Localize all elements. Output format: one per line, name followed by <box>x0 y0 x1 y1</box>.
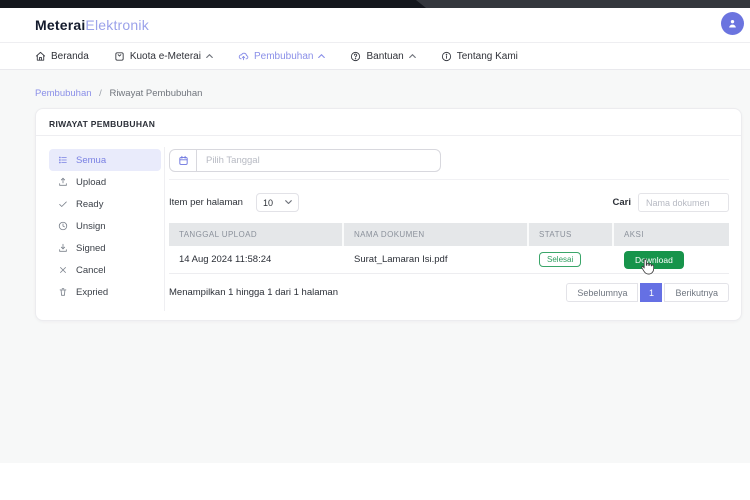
browser-topbar-tab <box>0 0 426 8</box>
sidebar-item-label: Upload <box>76 177 106 188</box>
download-button[interactable]: Download <box>624 251 684 269</box>
clock-icon <box>58 221 68 231</box>
page-bottom-strip <box>0 463 750 500</box>
main-nav: Beranda Kuota e-Meterai Pembubuhan Bantu… <box>0 42 750 70</box>
nav-item-tentang-kami[interactable]: Tentang Kami <box>441 51 518 62</box>
upload-icon <box>58 177 68 187</box>
sidebar-item-cancel[interactable]: Cancel <box>49 259 161 281</box>
card-header-divider <box>36 135 741 136</box>
avatar-button[interactable] <box>721 12 744 35</box>
sidebar-item-label: Unsign <box>76 221 106 232</box>
brand-logo[interactable]: MeteraiElektronik <box>35 17 149 33</box>
pagination-summary: Menampilkan 1 hingga 1 dari 1 halaman <box>169 287 338 298</box>
nav-label: Kuota e-Meterai <box>130 51 201 62</box>
chevron-icon <box>409 54 416 59</box>
current-page-button[interactable]: 1 <box>640 283 662 302</box>
cell-tanggal-upload: 14 Aug 2024 11:58:24 <box>169 254 344 265</box>
list-icon <box>58 155 68 165</box>
search-input[interactable] <box>638 193 729 212</box>
next-page-button[interactable]: Berikutnya <box>664 283 729 302</box>
breadcrumb-current: Riwayat Pembubuhan <box>109 88 202 99</box>
breadcrumb: Pembubuhan / Riwayat Pembubuhan <box>35 88 202 99</box>
info-icon <box>441 51 452 62</box>
help-icon <box>350 51 361 62</box>
chevron-icon <box>206 54 213 59</box>
nav-label: Pembubuhan <box>254 51 314 62</box>
column-header-aksi: AKSI <box>614 223 729 246</box>
nav-item-bantuan[interactable]: Bantuan <box>350 51 415 62</box>
nav-label: Bantuan <box>366 51 403 62</box>
chevron-down-icon <box>285 200 292 205</box>
sidebar-item-unsign[interactable]: Unsign <box>49 215 161 237</box>
column-header-nama-dokumen: NAMA DOKUMEN <box>344 223 529 246</box>
brand-light: Elektronik <box>85 17 148 33</box>
sidebar-item-signed[interactable]: Signed <box>49 237 161 259</box>
brand-bold: Meterai <box>35 17 85 33</box>
sidebar-divider <box>164 147 165 311</box>
pagination: Sebelumnya 1 Berikutnya <box>566 283 729 302</box>
table-controls: Item per halaman 10 Cari <box>169 193 729 212</box>
nav-label: Tentang Kami <box>457 51 518 62</box>
cell-nama-dokumen: Surat_Lamaran Isi.pdf <box>344 254 529 265</box>
nav-item-kuota-e-meterai[interactable]: Kuota e-Meterai <box>114 51 213 62</box>
documents-table: TANGGAL UPLOAD NAMA DOKUMEN STATUS AKSI … <box>169 223 729 274</box>
riwayat-pembubuhan-card: RIWAYAT PEMBUBUHAN Semua Upload Ready U <box>35 108 742 321</box>
items-per-page-value: 10 <box>263 198 273 208</box>
calendar-icon[interactable] <box>170 150 197 171</box>
date-input[interactable] <box>197 150 440 171</box>
column-header-tanggal-upload: TANGGAL UPLOAD <box>169 223 344 246</box>
table-header-row: TANGGAL UPLOAD NAMA DOKUMEN STATUS AKSI <box>169 223 729 246</box>
sidebar-item-label: Expried <box>76 287 108 298</box>
card-main-panel: Item per halaman 10 Cari TANGGAL UPLOAD … <box>169 149 729 302</box>
table-footer: Menampilkan 1 hingga 1 dari 1 halaman Se… <box>169 283 729 302</box>
sidebar-item-upload[interactable]: Upload <box>49 171 161 193</box>
x-icon <box>58 265 68 275</box>
card-title: RIWAYAT PEMBUBUHAN <box>49 119 155 129</box>
person-icon <box>726 17 739 30</box>
status-badge: Selesai <box>539 252 581 267</box>
sidebar-item-expried[interactable]: Expried <box>49 281 161 303</box>
check-icon <box>58 199 68 209</box>
chevron-icon <box>318 54 325 59</box>
trash-icon <box>58 287 68 297</box>
filter-sidebar: Semua Upload Ready Unsign Signed <box>49 149 161 303</box>
download-tray-icon <box>58 243 68 253</box>
breadcrumb-separator: / <box>99 88 102 99</box>
breadcrumb-link-pembubuhan[interactable]: Pembubuhan <box>35 88 92 99</box>
cloud-upload-icon <box>238 51 249 62</box>
sidebar-item-label: Signed <box>76 243 106 254</box>
section-divider <box>169 179 729 180</box>
nav-label: Beranda <box>51 51 89 62</box>
cell-status: Selesai <box>529 252 614 267</box>
column-header-status: STATUS <box>529 223 614 246</box>
previous-page-button[interactable]: Sebelumnya <box>566 283 638 302</box>
items-per-page-label: Item per halaman <box>169 197 243 208</box>
home-icon <box>35 51 46 62</box>
package-icon <box>114 51 125 62</box>
nav-item-pembubuhan[interactable]: Pembubuhan <box>238 51 326 62</box>
table-row: 14 Aug 2024 11:58:24 Surat_Lamaran Isi.p… <box>169 246 729 274</box>
cell-aksi: Download <box>614 251 729 269</box>
sidebar-item-label: Semua <box>76 155 106 166</box>
items-per-page-select[interactable]: 10 <box>256 193 299 212</box>
date-filter[interactable] <box>169 149 441 172</box>
sidebar-item-label: Ready <box>76 199 103 210</box>
app-header: MeteraiElektronik <box>0 8 750 42</box>
nav-item-beranda[interactable]: Beranda <box>35 51 89 62</box>
sidebar-item-semua[interactable]: Semua <box>49 149 161 171</box>
sidebar-item-ready[interactable]: Ready <box>49 193 161 215</box>
search-label: Cari <box>613 197 631 208</box>
sidebar-item-label: Cancel <box>76 265 106 276</box>
browser-topbar <box>0 0 750 8</box>
